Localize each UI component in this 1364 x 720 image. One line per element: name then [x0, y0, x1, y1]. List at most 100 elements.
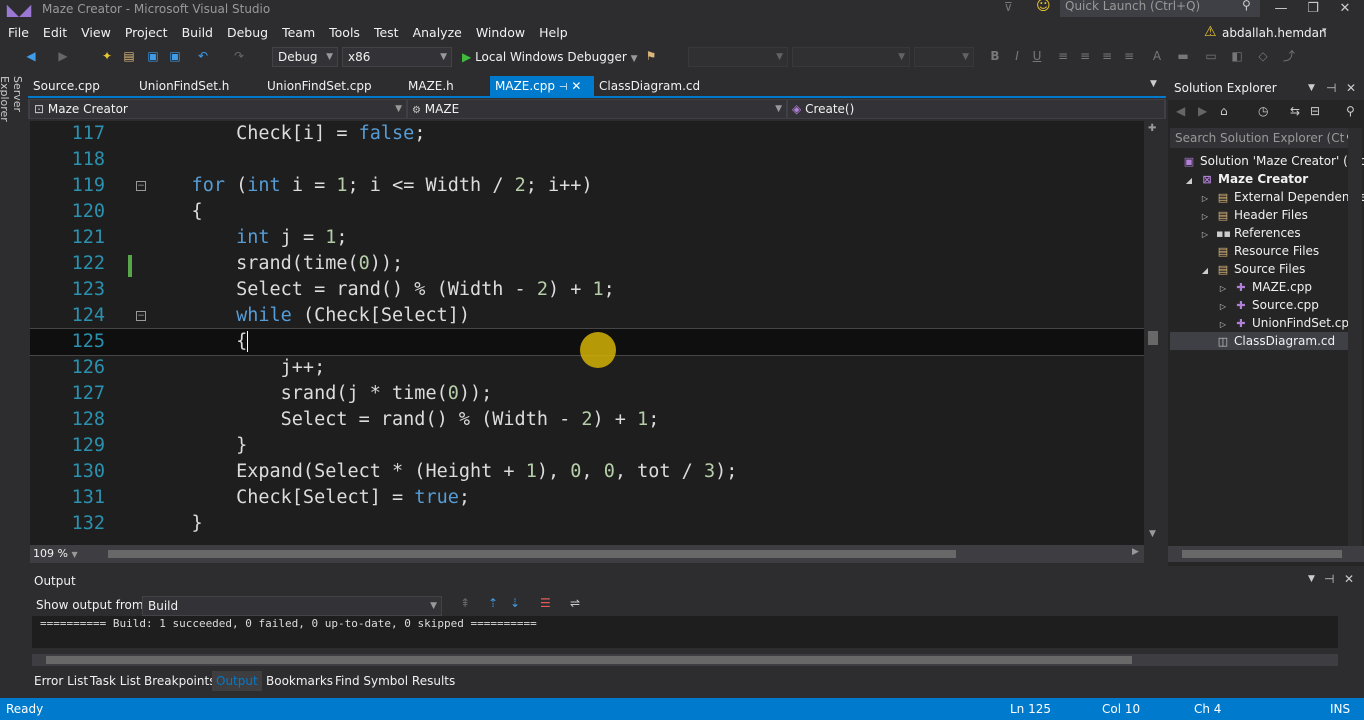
menu-test[interactable]: Test	[367, 22, 406, 44]
code-line[interactable]: 131 Check[Select] = true;	[30, 485, 1144, 511]
code-line[interactable]: 123 Select = rand() % (Width - 2) + 1;	[30, 277, 1144, 303]
tab-overflow-icon[interactable]: ▼	[1150, 79, 1157, 89]
menu-window[interactable]: Window	[469, 22, 532, 44]
tab-error-list[interactable]: Error List	[30, 671, 92, 691]
close-panel-icon[interactable]: ✕	[1346, 76, 1356, 100]
minimize-button[interactable]: —	[1266, 0, 1296, 20]
clear-all-icon[interactable]: ☰	[540, 596, 551, 610]
warning-icon[interactable]: ⚠	[1204, 24, 1217, 40]
solution-horizontal-scrollbar[interactable]	[1168, 546, 1364, 562]
align-right-icon[interactable]: ≡	[1098, 47, 1116, 65]
tree-references[interactable]: ▷ ▪▪ References	[1198, 224, 1301, 242]
pin-icon[interactable]: ⊣	[1324, 572, 1334, 586]
tab-classdiagram-cd[interactable]: ClassDiagram.cd	[594, 76, 705, 97]
code-line[interactable]: 130 Expand(Select * (Height + 1), 0, 0, …	[30, 459, 1144, 485]
editor-vertical-scrollbar[interactable]: ✚ ▼	[1144, 121, 1162, 545]
italic-icon[interactable]: I	[1008, 47, 1026, 65]
attach-icon[interactable]: ⚑	[642, 47, 660, 65]
tab-task-list[interactable]: Task List	[86, 671, 145, 691]
open-file-icon[interactable]: ▤	[120, 47, 138, 65]
sync-icon[interactable]: ⇆	[1290, 104, 1300, 118]
menu-project[interactable]: Project	[118, 22, 175, 44]
code-line[interactable]: 129 }	[30, 433, 1144, 459]
properties-icon[interactable]: ⚲	[1346, 104, 1355, 118]
tab-unionfindset-h[interactable]: UnionFindSet.h	[134, 76, 234, 97]
bold-icon[interactable]: B	[986, 47, 1004, 65]
panel-menu-icon[interactable]: ▼	[1308, 76, 1315, 100]
find-message-icon[interactable]: ⇞	[460, 596, 470, 610]
font-color-icon[interactable]: A	[1148, 47, 1166, 65]
menu-view[interactable]: View	[74, 22, 118, 44]
tree-external-dependencies[interactable]: ▷ ▤ External Dependencies	[1198, 188, 1364, 206]
code-line[interactable]: 127 srand(j * time(0));	[30, 381, 1144, 407]
tree-solution[interactable]: ▣ Solution 'Maze Creator' (1 pro	[1182, 152, 1364, 170]
empty-dropdown-1[interactable]: ▼	[688, 47, 788, 67]
solution-vertical-scrollbar[interactable]	[1348, 128, 1362, 546]
prev-message-icon[interactable]: ⇡	[488, 596, 498, 610]
code-line[interactable]: 124 − while (Check[Select])	[30, 303, 1144, 329]
output-hscroll-thumb[interactable]	[46, 656, 1132, 664]
collapse-icon[interactable]: −	[136, 311, 146, 321]
start-debugging-button[interactable]: ▶ Local Windows Debugger ▼	[462, 47, 638, 67]
tab-output[interactable]: Output	[212, 671, 262, 691]
restore-button[interactable]: ❐	[1298, 0, 1328, 20]
code-line[interactable]: 121 int j = 1;	[30, 225, 1144, 251]
panel-menu-icon[interactable]: ▼	[1308, 574, 1315, 584]
tab-maze-cpp[interactable]: MAZE.cpp ⊣ ✕	[490, 76, 594, 97]
scroll-down-icon[interactable]: ▼	[1149, 529, 1156, 539]
forward-icon[interactable]: ▶	[1198, 104, 1207, 118]
forward-icon[interactable]: ▶	[54, 47, 72, 65]
tab-bookmarks[interactable]: Bookmarks	[262, 671, 337, 691]
tab-breakpoints[interactable]: Breakpoints	[140, 671, 219, 691]
justify-icon[interactable]: ≡	[1120, 47, 1138, 65]
shape-icon[interactable]: ◇	[1254, 47, 1272, 65]
code-line[interactable]: 117 Check[i] = false;	[30, 121, 1144, 147]
collapsed-arrow-icon[interactable]: ▷	[1198, 226, 1212, 244]
scroll-thumb[interactable]	[1148, 331, 1158, 345]
output-vertical-scrollbar[interactable]	[1338, 616, 1356, 648]
pin-icon[interactable]: ⊣	[1326, 76, 1336, 100]
back-icon[interactable]: ◀	[22, 47, 40, 65]
search-icon[interactable]: ⚲	[1242, 0, 1251, 12]
code-editor[interactable]: 117 Check[i] = false; 118 119 − for (int …	[30, 121, 1144, 545]
zoom-dropdown[interactable]: 109 % ▼	[30, 546, 100, 562]
output-source-dropdown[interactable]: Build ▼	[142, 596, 442, 616]
code-line[interactable]: 128 Select = rand() % (Width - 2) + 1;	[30, 407, 1144, 433]
tab-maze-h[interactable]: MAZE.h	[403, 76, 459, 97]
tree-file-unionfindset-cpp[interactable]: ▷ ✚ UnionFindSet.cpp	[1216, 314, 1357, 332]
tree-source-files[interactable]: ◢ ▤ Source Files	[1198, 260, 1305, 278]
home-icon[interactable]: ⌂	[1220, 104, 1228, 118]
fill-icon[interactable]: ◧	[1228, 47, 1246, 65]
tree-resource-files[interactable]: ▤ Resource Files	[1216, 242, 1319, 260]
scroll-right-icon[interactable]: ▶	[1132, 547, 1139, 557]
hscroll-thumb[interactable]	[108, 550, 956, 558]
code-line[interactable]: 118	[30, 147, 1144, 173]
output-text[interactable]: ========== Build: 1 succeeded, 0 failed,…	[32, 616, 1338, 648]
platform-dropdown[interactable]: x86 ▼	[342, 47, 452, 67]
menu-analyze[interactable]: Analyze	[406, 22, 469, 44]
code-line[interactable]: 132 }	[30, 511, 1144, 537]
code-line[interactable]: 119 − for (int i = 1; i <= Width / 2; i++…	[30, 173, 1144, 199]
tree-project-maze-creator[interactable]: ◢ ⊠ Maze Creator	[1182, 170, 1308, 188]
save-icon[interactable]: ▣	[144, 47, 162, 65]
close-panel-icon[interactable]: ✕	[1344, 572, 1354, 586]
save-all-icon[interactable]: ▣	[166, 47, 184, 65]
menu-edit[interactable]: Edit	[36, 22, 74, 44]
empty-dropdown-2[interactable]: ▼	[792, 47, 910, 67]
tree-file-classdiagram-cd[interactable]: ◫ ClassDiagram.cd	[1170, 332, 1358, 350]
editor-horizontal-scrollbar[interactable]: ▶	[30, 545, 1144, 563]
account-chevron-icon[interactable]: ▾	[1322, 26, 1327, 36]
connector-icon[interactable]: ⤴	[1280, 47, 1298, 65]
expanded-arrow-icon[interactable]: ◢	[1198, 262, 1212, 280]
menu-help[interactable]: Help	[532, 22, 575, 44]
split-icon[interactable]: ✚	[1148, 123, 1156, 134]
filter-icon[interactable]: ⊽	[1004, 0, 1013, 14]
server-explorer-tab[interactable]: Server Explorer	[0, 76, 24, 156]
code-line[interactable]: 122 srand(time(0));	[30, 251, 1144, 277]
solution-hscroll-thumb[interactable]	[1182, 550, 1342, 558]
undo-icon[interactable]: ↶	[194, 47, 212, 65]
configuration-dropdown[interactable]: Debug ▼	[272, 47, 338, 67]
menu-debug[interactable]: Debug	[220, 22, 275, 44]
class-dropdown[interactable]: ⚙ MAZE ▼	[408, 100, 786, 118]
user-account[interactable]: abdallah.hemdan	[1222, 26, 1327, 40]
